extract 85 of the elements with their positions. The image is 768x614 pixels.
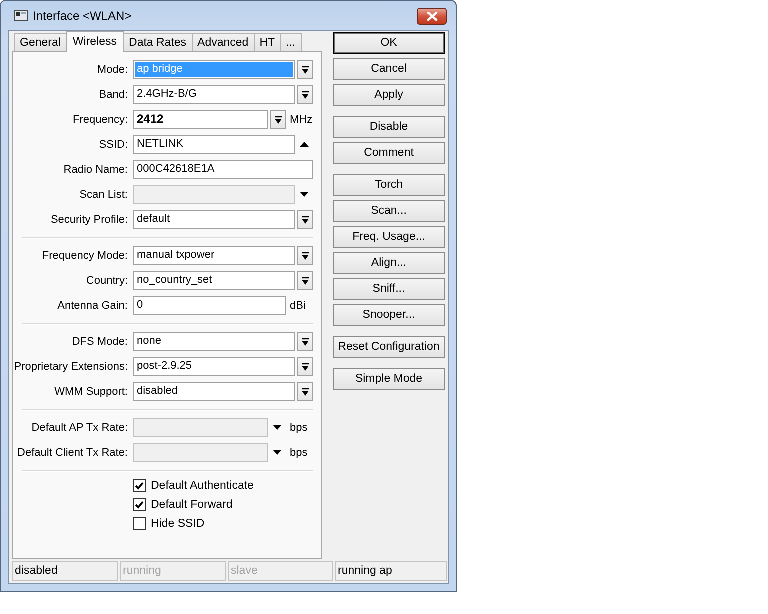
checkbox[interactable] bbox=[133, 517, 146, 530]
close-icon bbox=[426, 12, 438, 21]
down-arrow-icon bbox=[302, 338, 308, 346]
down-arrow-icon bbox=[302, 90, 308, 98]
field-label: Scan List: bbox=[78, 188, 128, 200]
status-field: running bbox=[120, 561, 226, 581]
tab[interactable]: General bbox=[14, 33, 67, 51]
status-field: disabled bbox=[12, 561, 118, 581]
checkbox-label: Default Forward bbox=[151, 498, 233, 510]
down-arrow-icon bbox=[302, 66, 308, 74]
dropdown-button[interactable] bbox=[297, 210, 313, 229]
field-label: Proprietary Extensions: bbox=[13, 360, 128, 372]
tab[interactable]: Wireless bbox=[66, 31, 124, 52]
checkbox[interactable] bbox=[133, 479, 146, 492]
field-label: Default AP Tx Rate: bbox=[30, 422, 128, 434]
tab[interactable]: ... bbox=[280, 33, 302, 51]
dropdown-field[interactable]: disabled bbox=[133, 382, 295, 401]
field-label: Antenna Gain: bbox=[56, 300, 128, 312]
dropdown-button[interactable] bbox=[297, 332, 313, 351]
down-arrow-icon bbox=[302, 388, 308, 396]
unit-label: bps bbox=[290, 422, 308, 434]
field-label: DFS Mode: bbox=[71, 336, 128, 348]
triangle-down-icon[interactable] bbox=[272, 450, 282, 455]
text-field[interactable]: 0 bbox=[133, 296, 286, 315]
status-field: slave bbox=[228, 561, 333, 581]
dropdown-field[interactable]: 2412 bbox=[133, 110, 268, 129]
checkbox-label: Hide SSID bbox=[151, 518, 205, 530]
down-arrow-icon bbox=[302, 252, 308, 260]
dialog-button[interactable]: Comment bbox=[333, 142, 445, 164]
field-label: Frequency: bbox=[72, 114, 128, 126]
dialog-button[interactable]: Apply bbox=[333, 84, 445, 106]
dialog-button[interactable]: Sniff... bbox=[333, 278, 445, 300]
triangle-up-icon[interactable] bbox=[300, 142, 308, 147]
field-label: WMM Support: bbox=[54, 386, 128, 398]
field-label: Mode: bbox=[96, 64, 128, 76]
dialog-button[interactable]: Cancel bbox=[333, 58, 445, 80]
field-label: Frequency Mode: bbox=[41, 250, 128, 262]
down-arrow-icon bbox=[302, 276, 308, 284]
text-field[interactable]: 000C42618E1A bbox=[133, 160, 313, 179]
close-button[interactable] bbox=[417, 8, 447, 25]
text-field[interactable]: NETLINK bbox=[133, 135, 295, 154]
dropdown-button[interactable] bbox=[297, 85, 313, 104]
unit-label: bps bbox=[290, 446, 308, 458]
checkbox[interactable] bbox=[133, 498, 146, 511]
dialog-button[interactable]: Disable bbox=[333, 116, 445, 138]
dialog-button[interactable]: Reset Configuration bbox=[333, 336, 445, 358]
down-arrow-icon bbox=[302, 362, 308, 370]
down-arrow-icon bbox=[274, 116, 282, 124]
unit-label: dBi bbox=[290, 300, 306, 312]
dialog-button[interactable]: Scan... bbox=[333, 200, 445, 222]
dropdown-field[interactable]: no_country_set bbox=[133, 271, 295, 290]
tab[interactable]: Data Rates bbox=[123, 33, 193, 51]
dropdown-button[interactable] bbox=[297, 357, 313, 376]
field-label: Security Profile: bbox=[50, 214, 128, 226]
tab[interactable]: HT bbox=[254, 33, 282, 51]
field-label: Default Client Tx Rate: bbox=[16, 446, 128, 458]
dropdown-button[interactable] bbox=[270, 110, 286, 129]
dropdown-field[interactable]: post-2.9.25 bbox=[133, 357, 295, 376]
field-label: Radio Name: bbox=[62, 164, 128, 176]
field-label: Country: bbox=[85, 274, 128, 286]
status-field: running ap bbox=[335, 561, 447, 581]
window-icon bbox=[14, 10, 28, 21]
dialog-button[interactable]: Freq. Usage... bbox=[333, 226, 445, 248]
dialog-button[interactable]: OK bbox=[333, 32, 445, 54]
dropdown-button[interactable] bbox=[297, 60, 313, 79]
dropdown-button[interactable] bbox=[297, 382, 313, 401]
unit-label: MHz bbox=[290, 114, 313, 126]
dialog-button[interactable]: Align... bbox=[333, 252, 445, 274]
dropdown-field[interactable]: none bbox=[133, 332, 295, 351]
dialog-button[interactable]: Torch bbox=[333, 174, 445, 196]
dialog-button[interactable]: Simple Mode bbox=[333, 368, 445, 390]
tab[interactable]: Advanced bbox=[192, 33, 255, 51]
dropdown-button[interactable] bbox=[297, 246, 313, 265]
down-arrow-icon bbox=[302, 216, 308, 224]
dropdown-field[interactable]: 2.4GHz-B/G bbox=[133, 85, 295, 104]
dialog-button[interactable]: Snooper... bbox=[333, 304, 445, 326]
dropdown-field[interactable]: manual txpower bbox=[133, 246, 295, 265]
dropdown-field[interactable]: default bbox=[133, 210, 295, 229]
triangle-down-icon[interactable] bbox=[300, 192, 308, 197]
field-label: Band: bbox=[98, 88, 128, 100]
window-title: Interface <WLAN> bbox=[33, 8, 132, 22]
checkbox-label: Default Authenticate bbox=[151, 480, 254, 492]
triangle-down-icon[interactable] bbox=[272, 425, 282, 430]
dropdown-button[interactable] bbox=[297, 271, 313, 290]
field-label: SSID: bbox=[98, 138, 128, 150]
